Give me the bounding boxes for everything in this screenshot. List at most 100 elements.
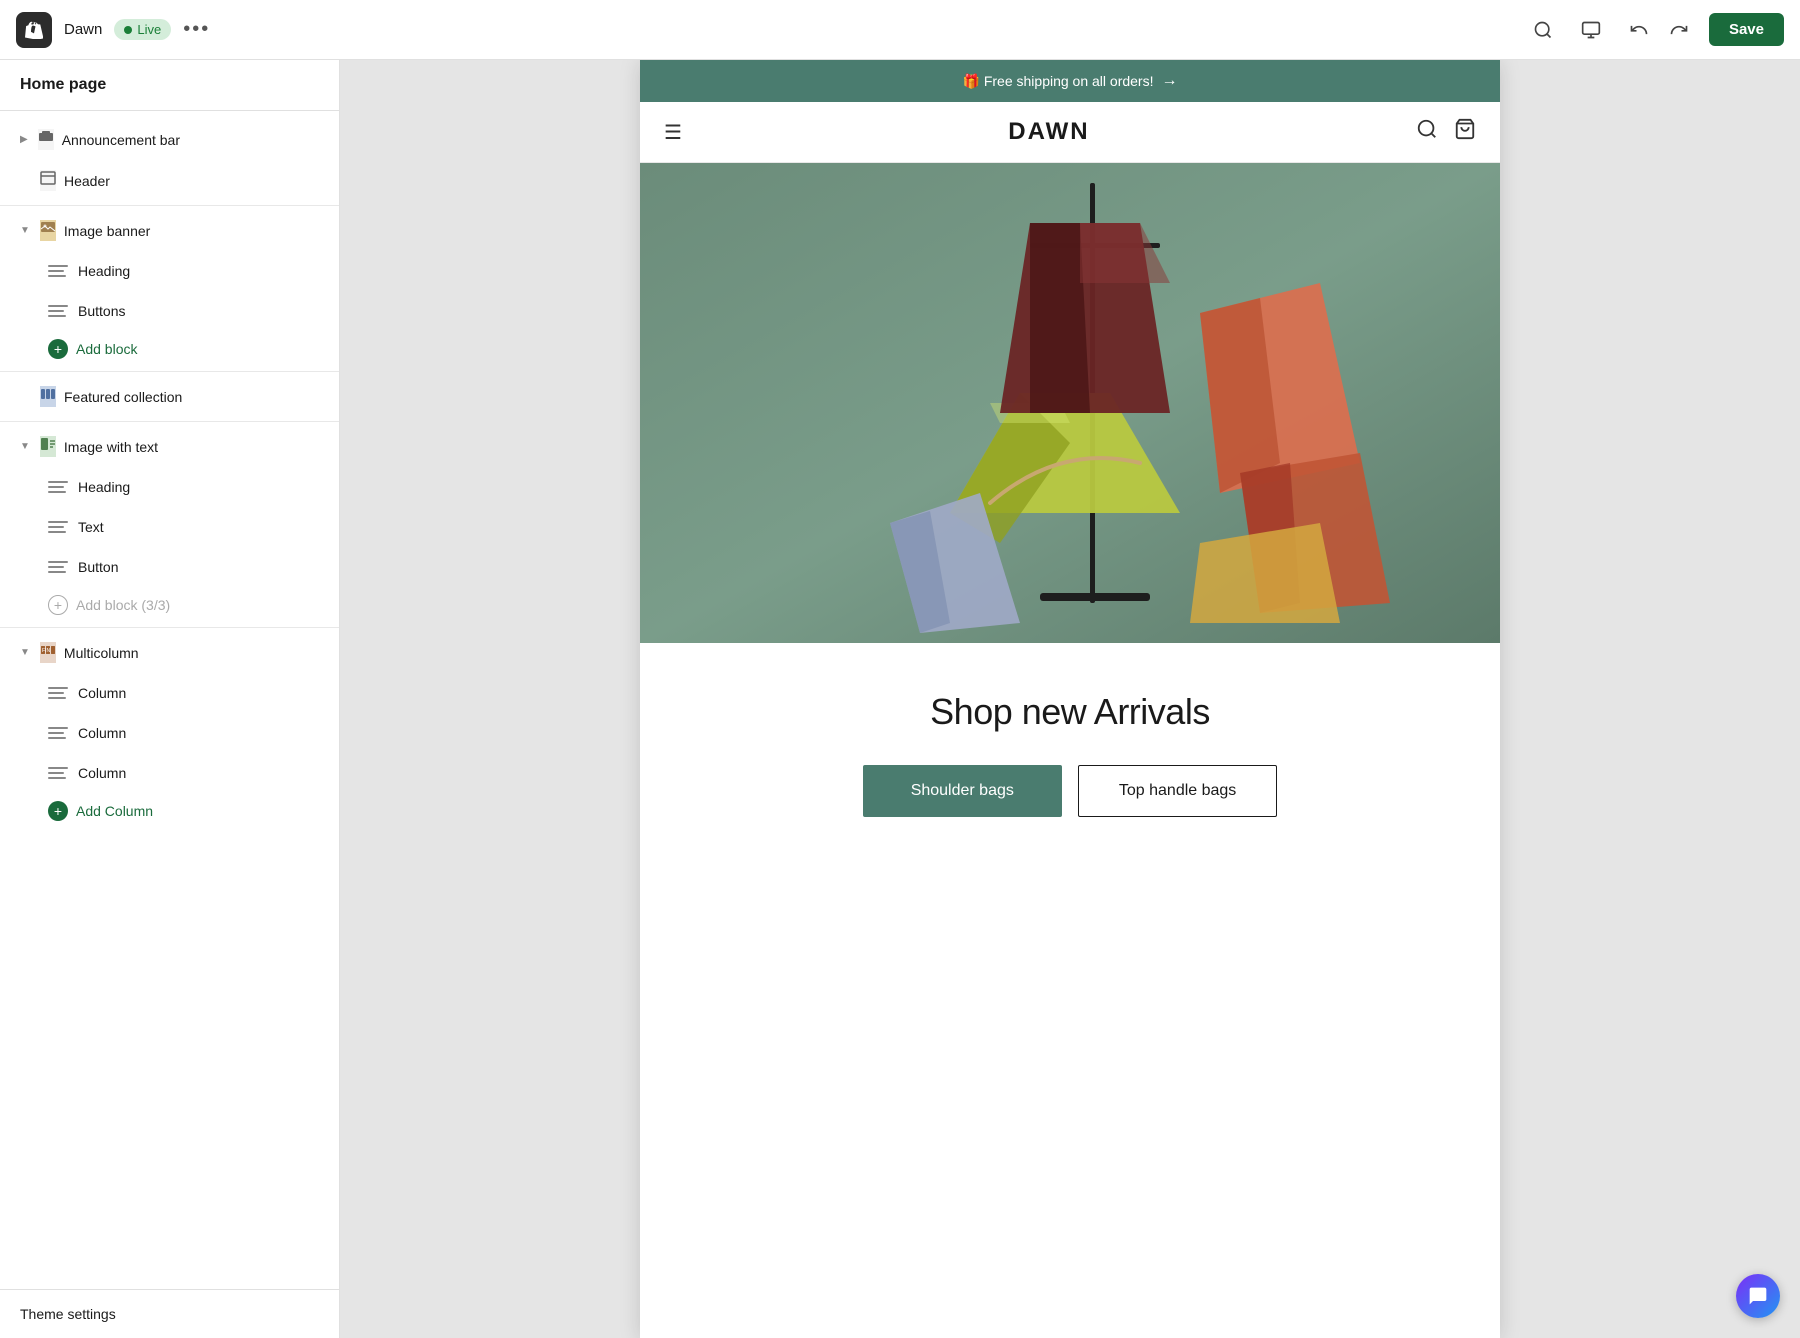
- lines-icon-6: [48, 683, 68, 703]
- theme-settings-button[interactable]: Theme settings: [0, 1289, 339, 1338]
- arrivals-section: Shop new Arrivals Shoulder bags Top hand…: [640, 643, 1500, 849]
- featured-collection-icon: [40, 386, 56, 407]
- announcement-text: 🎁 Free shipping on all orders!: [963, 73, 1154, 90]
- add-column-button[interactable]: + Add Column: [0, 793, 339, 829]
- undo-button[interactable]: [1621, 12, 1657, 48]
- buttons-label: Buttons: [78, 303, 125, 319]
- menu-icon[interactable]: ☰: [664, 120, 682, 145]
- shopify-logo: [16, 12, 52, 48]
- lines-icon-7: [48, 723, 68, 743]
- announcement-bar-icon: [38, 129, 54, 150]
- sidebar-item-image-with-text[interactable]: ▼ Image with text: [0, 426, 339, 467]
- store-name-label: Dawn: [64, 21, 102, 38]
- sidebar: Home page ▶ Announcement bar: [0, 60, 340, 1338]
- search-icon-preview[interactable]: [1416, 118, 1438, 146]
- chevron-down-icon-3: ▼: [20, 647, 30, 658]
- arrivals-buttons: Shoulder bags Top handle bags: [664, 765, 1476, 817]
- preview-inner: 🎁 Free shipping on all orders! → ☰ DAWN: [640, 60, 1500, 1338]
- svg-text:FIN: FIN: [42, 648, 50, 654]
- chevron-right-icon: ▶: [20, 134, 28, 145]
- sidebar-item-button[interactable]: Button: [0, 547, 339, 587]
- sidebar-item-image-banner[interactable]: ▼ Image banner: [0, 210, 339, 251]
- sidebar-item-column-1[interactable]: Column: [0, 673, 339, 713]
- desktop-preview-button[interactable]: [1573, 12, 1609, 48]
- search-button[interactable]: [1525, 12, 1561, 48]
- lines-icon-2: [48, 301, 68, 321]
- announcement-arrow: →: [1161, 72, 1177, 90]
- live-badge: Live: [114, 19, 171, 40]
- button-label: Button: [78, 559, 118, 575]
- plus-circle-icon: +: [48, 339, 68, 359]
- sidebar-item-featured-collection[interactable]: Featured collection: [0, 376, 339, 417]
- sidebar-item-multicolumn[interactable]: ▼ FIN Multicolumn: [0, 632, 339, 673]
- add-block-disabled: + Add block (3/3): [0, 587, 339, 623]
- header-icons: [1416, 118, 1476, 146]
- image-banner-label: Image banner: [64, 223, 150, 239]
- announcement-bar-label: Announcement bar: [62, 132, 180, 148]
- hero-bags: [640, 163, 1500, 643]
- lines-icon-5: [48, 557, 68, 577]
- live-label: Live: [137, 22, 161, 37]
- lines-icon: [48, 261, 68, 281]
- chat-bubble[interactable]: [1736, 1274, 1780, 1318]
- text-label: Text: [78, 519, 104, 535]
- sidebar-title: Home page: [0, 60, 339, 111]
- header-icon: [40, 170, 56, 191]
- lines-icon-3: [48, 477, 68, 497]
- add-block-label: Add block: [76, 341, 137, 357]
- sidebar-item-buttons[interactable]: Buttons: [0, 291, 339, 331]
- chevron-down-icon-2: ▼: [20, 441, 30, 452]
- add-column-label: Add Column: [76, 803, 153, 819]
- sidebar-item-header[interactable]: Header: [0, 160, 339, 201]
- toolbar-left: Dawn Live •••: [16, 12, 210, 48]
- sidebar-item-heading-2[interactable]: Heading: [0, 467, 339, 507]
- plus-circle-icon-2: +: [48, 801, 68, 821]
- main-layout: Home page ▶ Announcement bar: [0, 60, 1800, 1338]
- cart-icon-preview[interactable]: [1454, 118, 1476, 146]
- announcement-bar-preview: 🎁 Free shipping on all orders! →: [640, 60, 1500, 102]
- sidebar-item-heading[interactable]: Heading: [0, 251, 339, 291]
- store-header-preview: ☰ DAWN: [640, 102, 1500, 163]
- chevron-down-icon: ▼: [20, 225, 30, 236]
- multicolumn-icon: FIN: [40, 642, 56, 663]
- header-label: Header: [64, 173, 110, 189]
- heading-2-label: Heading: [78, 479, 130, 495]
- redo-button[interactable]: [1661, 12, 1697, 48]
- plus-circle-gray-icon: +: [48, 595, 68, 615]
- featured-collection-label: Featured collection: [64, 389, 182, 405]
- arrivals-title: Shop new Arrivals: [664, 691, 1476, 733]
- toolbar-right: Save: [1525, 12, 1784, 48]
- add-block-33-label: Add block (3/3): [76, 597, 170, 613]
- divider-4: [0, 627, 339, 628]
- save-button[interactable]: Save: [1709, 13, 1784, 46]
- image-banner-icon: [40, 220, 56, 241]
- heading-label: Heading: [78, 263, 130, 279]
- add-block-button[interactable]: + Add block: [0, 331, 339, 367]
- column-1-label: Column: [78, 685, 126, 701]
- sidebar-item-column-3[interactable]: Column: [0, 753, 339, 793]
- sidebar-content: ▶ Announcement bar Header: [0, 111, 339, 1289]
- hero-section: [640, 163, 1500, 643]
- shoulder-bags-button[interactable]: Shoulder bags: [863, 765, 1062, 817]
- hero-svg: [640, 163, 1500, 643]
- column-2-label: Column: [78, 725, 126, 741]
- lines-icon-8: [48, 763, 68, 783]
- toolbar: Dawn Live •••: [0, 0, 1800, 60]
- sidebar-item-column-2[interactable]: Column: [0, 713, 339, 753]
- top-handle-bags-button[interactable]: Top handle bags: [1078, 765, 1277, 817]
- undo-redo-group: [1621, 12, 1697, 48]
- more-options-button[interactable]: •••: [183, 18, 210, 41]
- image-with-text-icon: [40, 436, 56, 457]
- divider-3: [0, 421, 339, 422]
- lines-icon-4: [48, 517, 68, 537]
- store-name-preview: DAWN: [1008, 118, 1089, 146]
- multicolumn-label: Multicolumn: [64, 645, 139, 661]
- sidebar-item-announcement-bar[interactable]: ▶ Announcement bar: [0, 119, 339, 160]
- sidebar-item-text[interactable]: Text: [0, 507, 339, 547]
- image-with-text-label: Image with text: [64, 439, 158, 455]
- divider-2: [0, 371, 339, 372]
- column-3-label: Column: [78, 765, 126, 781]
- divider-1: [0, 205, 339, 206]
- preview-area: 🎁 Free shipping on all orders! → ☰ DAWN: [340, 60, 1800, 1338]
- live-dot: [124, 26, 132, 34]
